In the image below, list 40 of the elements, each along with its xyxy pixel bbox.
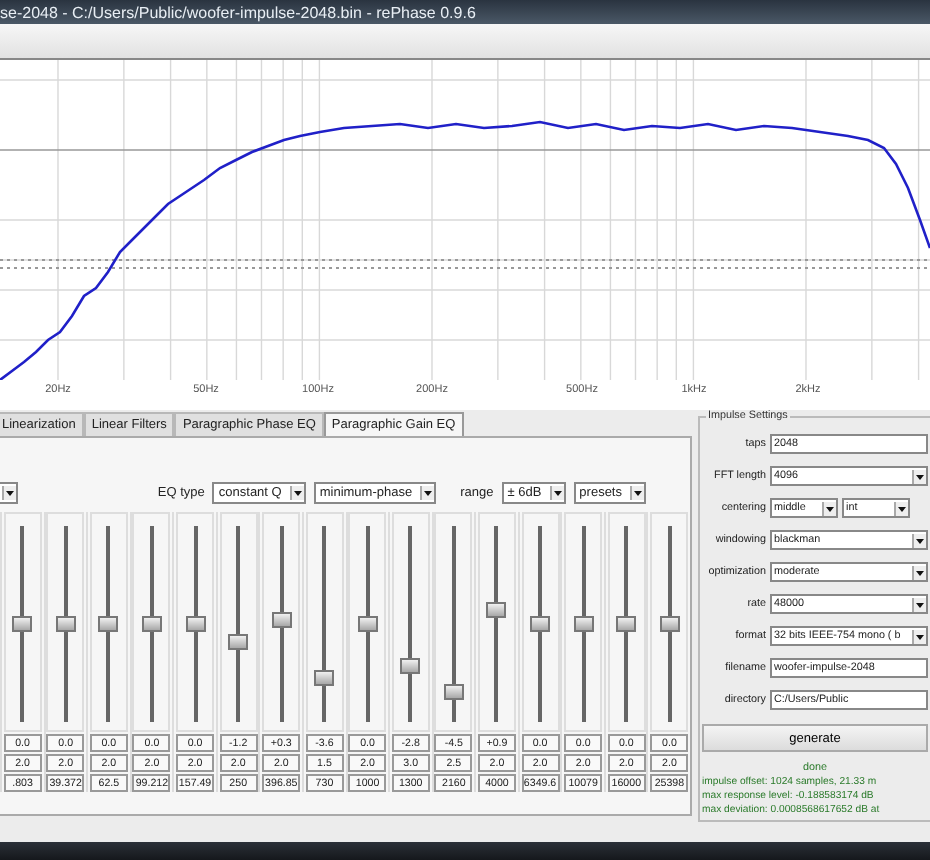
slider-thumb[interactable] xyxy=(12,616,33,632)
caret-icon xyxy=(894,501,908,515)
slider-thumb[interactable] xyxy=(443,683,464,700)
slider-thumb[interactable] xyxy=(228,634,249,650)
gain-slider[interactable] xyxy=(219,512,258,732)
slider-thumb[interactable] xyxy=(573,616,594,632)
slider-thumb[interactable] xyxy=(314,670,335,686)
gain-slider[interactable] xyxy=(434,512,473,732)
gain-slider[interactable] xyxy=(3,512,42,732)
slider-thumb[interactable] xyxy=(400,657,421,674)
caret-icon xyxy=(549,486,564,500)
slider-thumb[interactable] xyxy=(616,616,637,632)
slider-thumb[interactable] xyxy=(98,616,119,632)
gain-slider[interactable] xyxy=(305,512,344,732)
gain-slider[interactable] xyxy=(132,512,171,732)
slider-thumb[interactable] xyxy=(271,611,292,628)
gain-slider[interactable] xyxy=(176,512,215,732)
caret-icon xyxy=(630,486,644,500)
slider-thumb[interactable] xyxy=(659,616,680,632)
gain-slider[interactable] xyxy=(391,512,430,732)
dropdown[interactable] xyxy=(0,482,18,504)
gain-slider[interactable] xyxy=(89,512,128,732)
window-title: se-2048 - C:/Users/Public/woofer-impulse-2048.bin - rePhase 0.9.6 xyxy=(0,3,476,21)
gain-slider[interactable] xyxy=(607,512,646,732)
gain-slider[interactable] xyxy=(650,512,689,732)
gain-slider[interactable] xyxy=(564,512,603,732)
slider-thumb[interactable] xyxy=(141,616,162,632)
gain-slider[interactable] xyxy=(46,512,85,732)
slider-thumb[interactable] xyxy=(357,616,378,632)
gain-slider[interactable] xyxy=(521,512,560,732)
slider-thumb[interactable] xyxy=(530,616,551,632)
caret-icon xyxy=(420,486,435,500)
caret-icon xyxy=(822,501,836,515)
gain-slider[interactable] xyxy=(262,512,301,732)
slider-thumb[interactable] xyxy=(185,616,206,632)
gain-slider[interactable] xyxy=(348,512,387,732)
caret-icon xyxy=(289,486,304,500)
slider-thumb[interactable] xyxy=(55,616,76,632)
slider-thumb[interactable] xyxy=(486,602,507,619)
gain-slider[interactable] xyxy=(477,512,516,732)
